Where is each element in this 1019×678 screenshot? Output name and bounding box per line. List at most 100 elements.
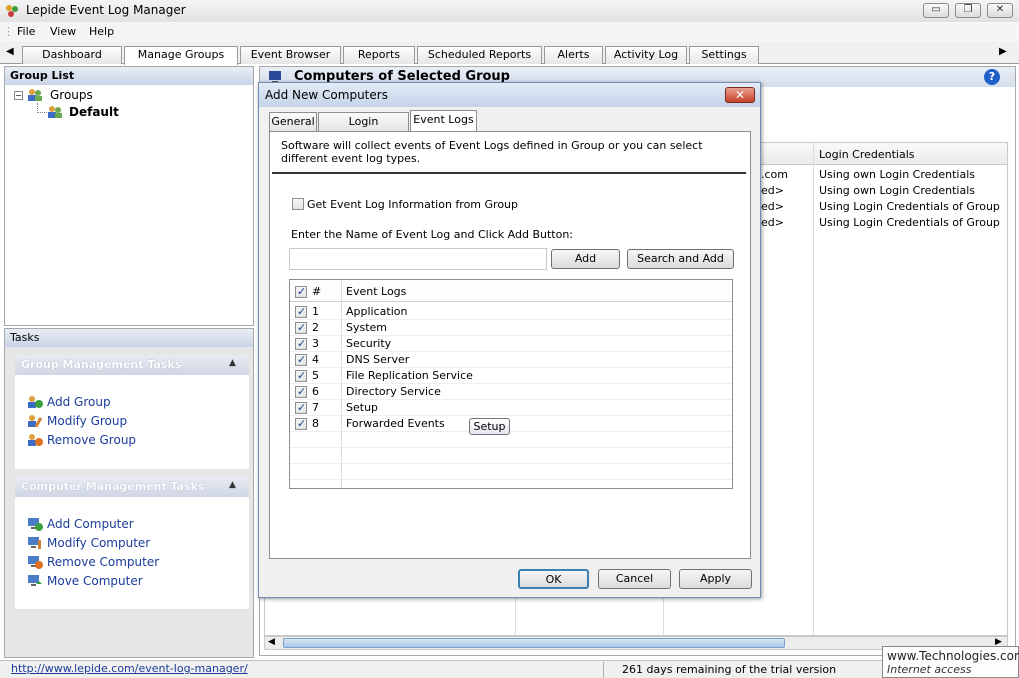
collapse-icon[interactable]: ▲ <box>229 358 236 368</box>
tab-reports[interactable]: Reports <box>343 46 415 64</box>
cancel-button[interactable]: Cancel <box>598 569 671 589</box>
remove-group-icon <box>27 433 43 447</box>
move-computer-link[interactable]: Move Computer <box>47 574 143 588</box>
menu-file[interactable]: File <box>17 25 35 38</box>
dialog-tab-login-credentials[interactable]: Login Credentials <box>318 112 409 145</box>
empty-row <box>290 448 732 464</box>
tab-scheduled-reports[interactable]: Scheduled Reports <box>417 46 542 64</box>
list-item[interactable]: 5 File Replication Service <box>290 368 732 384</box>
group-management-header[interactable]: Group Management Tasks <box>15 355 249 375</box>
search-and-add-button[interactable]: Search and Add <box>627 249 734 269</box>
row-checkbox[interactable] <box>295 353 307 366</box>
group-list-panel: Group List − Groups Default <box>4 66 254 326</box>
list-item[interactable]: 2 System <box>290 320 732 336</box>
row-computer-name[interactable]: ed> <box>761 200 784 213</box>
remove-computer-link[interactable]: Remove Computer <box>47 555 159 569</box>
select-all-checkbox[interactable] <box>295 285 307 298</box>
ok-button[interactable]: OK <box>518 569 589 589</box>
tab-scroll-left-icon[interactable]: ◀ <box>6 46 14 57</box>
tab-event-browser[interactable]: Event Browser <box>240 46 341 64</box>
modify-computer-link[interactable]: Modify Computer <box>47 536 150 550</box>
minimize-button[interactable]: ▭ <box>923 3 949 18</box>
row-event-log: Application <box>346 305 408 318</box>
maximize-button[interactable]: ❐ <box>955 3 981 18</box>
enter-name-label: Enter the Name of Event Log and Click Ad… <box>291 228 574 241</box>
help-icon[interactable]: ? <box>984 69 1000 85</box>
header-num: # <box>312 285 322 298</box>
menu-help[interactable]: Help <box>89 25 114 38</box>
tree-connector <box>37 103 47 113</box>
list-item[interactable]: 7 Setup <box>290 400 732 416</box>
row-num: 2 <box>312 321 319 334</box>
tree-item-groups[interactable]: Groups <box>50 88 93 102</box>
tasks-panel: Tasks Group Management Tasks ▲ Add Group… <box>4 328 254 658</box>
row-event-log: File Replication Service <box>346 369 473 382</box>
tab-manage-groups[interactable]: Manage Groups <box>124 46 238 65</box>
list-item[interactable]: 1 Application <box>290 304 732 320</box>
add-computer-link[interactable]: Add Computer <box>47 517 134 531</box>
description-text: Software will collect events of Event Lo… <box>281 139 703 165</box>
tab-dashboard[interactable]: Dashboard <box>22 46 122 64</box>
row-checkbox[interactable] <box>295 321 307 334</box>
header-event-logs[interactable]: Event Logs <box>346 285 406 298</box>
tasks-title: Tasks <box>5 329 253 347</box>
row-num: 5 <box>312 369 319 382</box>
column-login-credentials[interactable]: Login Credentials <box>819 148 915 161</box>
list-item[interactable]: 4 DNS Server <box>290 352 732 368</box>
apply-button[interactable]: Apply <box>679 569 752 589</box>
tab-alerts[interactable]: Alerts <box>544 46 603 64</box>
row-num: 6 <box>312 385 319 398</box>
event-log-name-input[interactable] <box>289 248 547 270</box>
remove-computer-icon <box>27 555 43 569</box>
get-from-group-checkbox[interactable] <box>292 198 304 210</box>
collapse-icon[interactable]: ▲ <box>229 480 236 490</box>
close-window-button[interactable]: ✕ <box>987 3 1013 18</box>
add-button[interactable]: Add <box>551 249 620 269</box>
row-checkbox[interactable] <box>295 401 307 414</box>
tab-scroll-right-icon[interactable]: ▶ <box>999 46 1007 57</box>
row-checkbox[interactable] <box>295 305 307 318</box>
groups-folder-icon <box>27 88 43 102</box>
row-login[interactable]: Using own Login Credentials <box>819 168 975 181</box>
watermark-line-2: Internet access <box>887 663 972 676</box>
row-checkbox[interactable] <box>295 369 307 382</box>
row-login[interactable]: Using Login Credentials of Group <box>819 216 1000 229</box>
dialog-close-button[interactable]: ✕ <box>725 87 755 103</box>
list-item[interactable]: 3 Security <box>290 336 732 352</box>
dialog-tab-event-logs[interactable]: Event Logs <box>410 110 477 132</box>
row-checkbox[interactable] <box>295 417 307 430</box>
row-event-log: Forwarded Events <box>346 417 445 430</box>
default-group-icon <box>47 105 63 119</box>
row-computer-name[interactable]: ed> <box>761 216 784 229</box>
tab-activity-log[interactable]: Activity Log <box>605 46 687 64</box>
group-list-title: Group List <box>5 67 253 85</box>
get-from-group-label[interactable]: Get Event Log Information from Group <box>307 198 518 211</box>
row-event-log: DNS Server <box>346 353 410 366</box>
main-tab-strip: ◀ Dashboard Manage Groups Event Browser … <box>0 42 1019 65</box>
tree-expand-icon[interactable]: − <box>14 91 23 100</box>
row-event-log: Setup <box>346 401 379 414</box>
trial-status: 261 days remaining of the trial version <box>622 663 837 676</box>
list-item[interactable]: 8 Forwarded Events <box>290 416 732 432</box>
add-group-link[interactable]: Add Group <box>47 395 111 409</box>
row-checkbox[interactable] <box>295 385 307 398</box>
status-divider <box>603 662 604 678</box>
website-link[interactable]: http://www.lepide.com/event-log-manager/ <box>11 662 248 675</box>
row-computer-name[interactable]: .com <box>761 168 788 181</box>
list-item[interactable]: 6 Directory Service <box>290 384 732 400</box>
modify-group-link[interactable]: Modify Group <box>47 414 127 428</box>
tab-settings[interactable]: Settings <box>689 46 759 64</box>
computer-management-header[interactable]: Computer Management Tasks <box>15 477 249 497</box>
menu-view[interactable]: View <box>50 25 76 38</box>
remove-group-link[interactable]: Remove Group <box>47 433 136 447</box>
row-checkbox[interactable] <box>295 337 307 350</box>
scroll-thumb[interactable] <box>283 638 785 648</box>
scroll-left-icon[interactable]: ◀ <box>268 637 275 647</box>
row-login[interactable]: Using own Login Credentials <box>819 184 975 197</box>
title-bar: Lepide Event Log Manager ▭ ❐ ✕ <box>0 0 1019 22</box>
tooltip: Setup <box>469 418 510 435</box>
dialog-tab-general[interactable]: General <box>269 112 317 131</box>
tree-item-default[interactable]: Default <box>69 105 119 119</box>
row-computer-name[interactable]: ed> <box>761 184 784 197</box>
row-login[interactable]: Using Login Credentials of Group <box>819 200 1000 213</box>
